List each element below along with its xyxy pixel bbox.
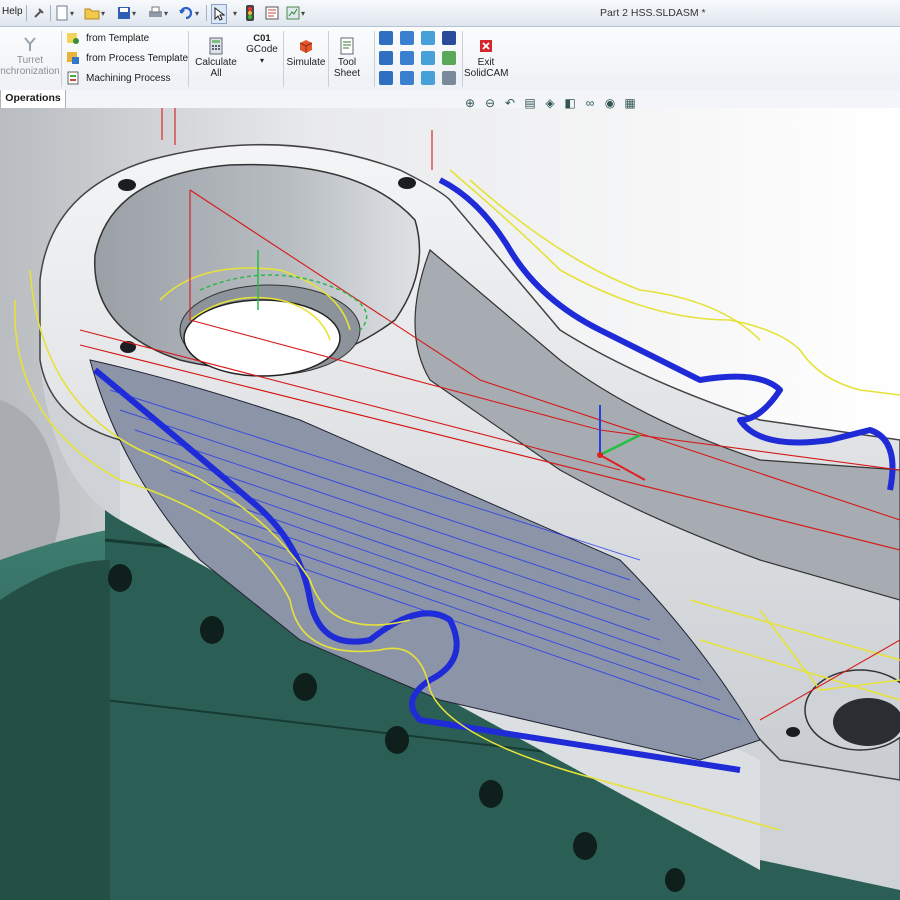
simulate-label: Simulate [286, 57, 326, 68]
file-properties-icon[interactable] [265, 4, 279, 22]
tool-sheet-icon [340, 37, 354, 55]
simulate-button[interactable]: Simulate [285, 37, 327, 68]
options-icon[interactable]: ▾ [286, 4, 305, 22]
gcode-label: GCode [246, 44, 278, 55]
separator [188, 31, 189, 87]
view-bottom-icon[interactable] [400, 51, 414, 65]
select-pointer-icon[interactable] [211, 4, 227, 24]
view-left-icon[interactable] [379, 71, 393, 85]
gcode-dropdown-icon[interactable]: ▾ [260, 56, 264, 65]
tab-bar [0, 90, 900, 108]
process-template-icon [67, 52, 79, 64]
from-process-template-label: from Process Template [86, 52, 189, 64]
view-dimetric-icon[interactable] [421, 51, 435, 65]
view-iso-icon[interactable] [421, 31, 435, 45]
view-wireframe-icon[interactable] [442, 51, 456, 65]
exit-icon [480, 40, 492, 52]
view-back-icon[interactable] [400, 71, 414, 85]
open-folder-icon[interactable]: ▾ [84, 4, 105, 22]
big-end-bore [183, 299, 341, 377]
from-process-template-button[interactable]: from Process Template [66, 50, 188, 66]
separator [283, 31, 284, 87]
solidcam-ribbon: Turret nchronization from Template from … [0, 27, 900, 91]
view-shaded-icon[interactable] [442, 31, 456, 45]
small-end-bore [833, 698, 900, 746]
separator [50, 5, 51, 21]
from-template-label: from Template [86, 32, 150, 44]
view-right-icon[interactable] [379, 51, 393, 65]
heads-up-view-toolbar: ⊕ ⊖ ↶ ▤ ◈ ◧ ∞ ◉ ▦ [462, 96, 638, 110]
separator [26, 5, 27, 21]
simulate-cube-icon [299, 40, 313, 53]
menu-help[interactable]: Help [2, 6, 23, 17]
graphics-viewport[interactable] [0, 108, 900, 900]
template-icon [67, 33, 79, 44]
machining-process-icon [67, 71, 79, 85]
document-title: Part 2 HSS.SLDASM * [600, 7, 706, 19]
save-icon[interactable]: ▾ [117, 4, 136, 22]
tab-operations[interactable]: Operations [0, 90, 66, 109]
view-trimetric-icon[interactable] [421, 71, 435, 85]
calculate-all-button[interactable]: Calculate All [192, 37, 240, 79]
view-top-icon[interactable] [400, 31, 414, 45]
turret-sync-icon [24, 37, 36, 51]
title-bar: Help ▾ ▾ ▾ ▾ ▾ ▾ ▾ Part 2 HSS.SLDASM * [0, 0, 900, 27]
tool-sheet-label-2: Sheet [333, 68, 361, 79]
turret-synchronization-button[interactable]: Turret nchronization [0, 35, 60, 77]
edit-appearance-icon[interactable]: ◉ [602, 96, 618, 110]
from-template-button[interactable]: from Template [66, 30, 149, 46]
view-hidden-icon[interactable] [442, 71, 456, 85]
display-style-icon[interactable]: ◧ [562, 96, 578, 110]
print-icon[interactable]: ▾ [148, 4, 168, 22]
select-dropdown-icon[interactable]: ▾ [232, 4, 237, 22]
view-orientation-icon[interactable]: ◈ [542, 96, 558, 110]
apply-scene-icon[interactable]: ▦ [622, 96, 638, 110]
exit-label-2: SolidCAM [464, 68, 509, 79]
gcode-button[interactable]: C01 GCode ▾ [242, 33, 282, 66]
calculate-all-label-2: All [210, 68, 222, 79]
separator [61, 31, 62, 87]
tool-sheet-button[interactable]: Tool Sheet [331, 37, 363, 79]
view-front-icon[interactable] [379, 31, 393, 45]
machining-process-label: Machining Process [86, 72, 171, 84]
tool-sheet-label-1: Tool [337, 57, 357, 68]
separator [462, 31, 463, 87]
hide-show-icon[interactable]: ∞ [582, 96, 598, 110]
calculator-icon [209, 37, 223, 55]
machining-process-button[interactable]: Machining Process [66, 70, 170, 86]
rebuild-traffic-light-icon[interactable] [246, 4, 254, 22]
zoom-area-icon[interactable]: ⊖ [482, 96, 498, 110]
turret-sync-label-2: nchronization [0, 66, 60, 77]
zoom-to-fit-icon[interactable]: ⊕ [462, 96, 478, 110]
separator [374, 31, 375, 87]
pin-icon[interactable] [32, 4, 46, 22]
separator [328, 31, 329, 87]
calculate-all-label-1: Calculate [195, 57, 237, 68]
previous-view-icon[interactable]: ↶ [502, 96, 518, 110]
section-view-icon[interactable]: ▤ [522, 96, 538, 110]
turret-sync-label-1: Turret [16, 55, 44, 66]
new-file-icon[interactable]: ▾ [55, 4, 74, 22]
undo-icon[interactable]: ▾ [178, 4, 199, 22]
separator [206, 5, 207, 21]
exit-solidcam-button[interactable]: Exit SolidCAM [464, 37, 508, 79]
exit-label-1: Exit [477, 57, 495, 68]
gcode-badge: C01 [253, 33, 271, 44]
